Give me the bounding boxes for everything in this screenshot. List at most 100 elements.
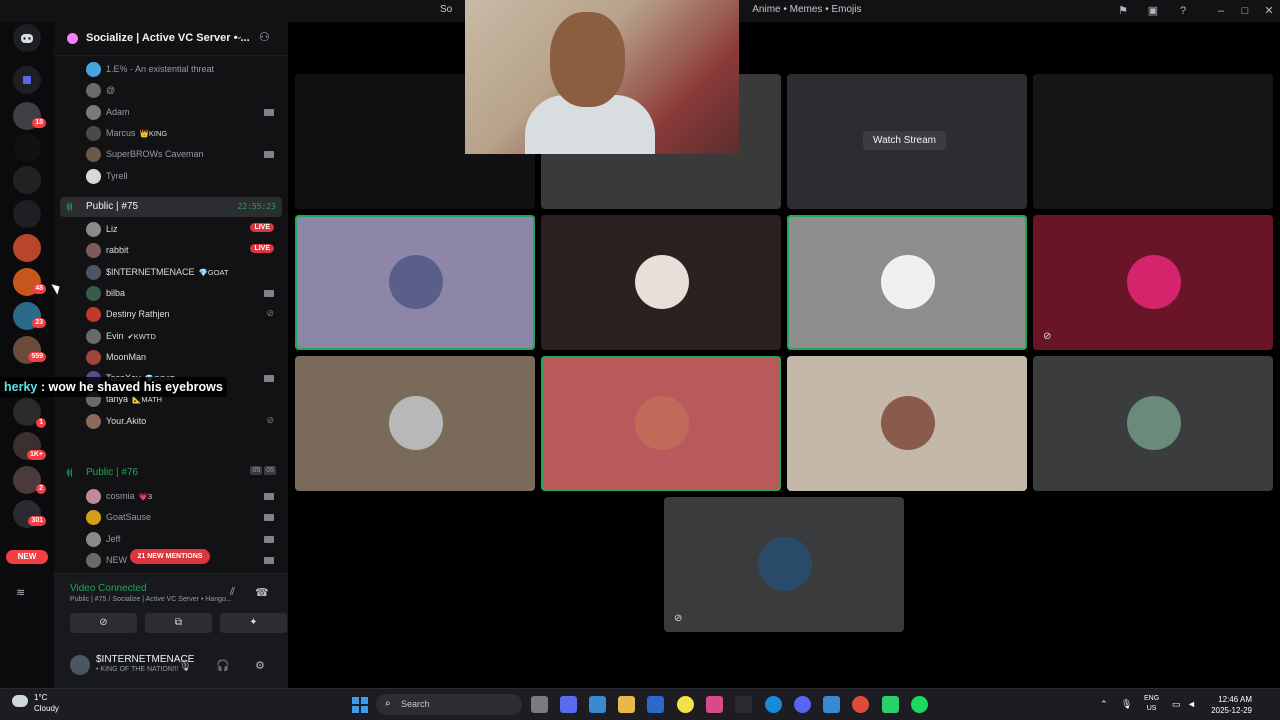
avatar [86,531,101,547]
participant-tile[interactable]: ⊘ [664,497,904,632]
server-icon[interactable] [13,234,41,262]
channel-name: Public | #75 [86,201,139,212]
inbox-icon[interactable]: ⚑ [1115,3,1131,19]
chrome-icon[interactable] [852,696,869,713]
voice-member-row[interactable]: Tyrell [54,166,288,187]
clock[interactable]: 12:46 AM 2025-12-29 [1206,694,1252,716]
chevron-up-icon[interactable]: ⌃ [1100,699,1108,710]
outlook-icon[interactable] [647,696,664,713]
spotify-icon[interactable] [911,696,928,713]
volume-icon[interactable]: ◄ [1187,699,1196,709]
windows-start-icon[interactable] [352,697,368,713]
noise-suppression-icon[interactable]: ⫽ [230,586,235,599]
wifi-icon[interactable]: ▭ [1172,699,1181,710]
voice-channel-public-75[interactable]: ı|ı| Public | #75 22:55:23 [60,197,282,217]
app-icon[interactable] [882,696,899,713]
participant-tile[interactable] [787,215,1027,350]
disconnect-icon[interactable]: ☎ [255,586,269,599]
language-indicator[interactable]: ENG US [1144,694,1159,714]
member-name: NEW [106,554,127,565]
voice-channel-icon: ı|ı| [66,201,73,211]
voice-member-row[interactable]: MoonMan [54,347,288,368]
microphone-icon[interactable]: 🎙 [178,659,192,672]
app-icon[interactable] [735,696,752,713]
microphone-tray-icon[interactable]: 🎙 [1121,699,1132,710]
server-icon[interactable] [13,134,41,162]
voice-member-row[interactable]: cosmia 💗3 [54,486,288,507]
participant-tile[interactable] [295,356,535,491]
voice-location[interactable]: Public | #75 / Socialize | Active VC Ser… [70,596,232,603]
voice-member-row[interactable]: GoatSause [54,507,288,528]
copilot-icon[interactable] [560,696,577,713]
participant-tile[interactable] [295,215,535,350]
activities-button[interactable]: ✦ [220,613,287,633]
discord-home-icon[interactable] [13,24,41,52]
edge-icon[interactable] [765,696,782,713]
voice-member-row[interactable]: rabbit LIVE [54,240,288,261]
avatar [86,285,101,301]
voice-member-row[interactable]: bilba [54,283,288,304]
maximize-button[interactable]: □ [1237,3,1253,19]
share-screen-button[interactable]: ⧉ [145,613,212,633]
voice-member-row[interactable]: 1.E% - An existential threat [54,59,288,80]
server-icon[interactable] [13,166,41,194]
member-role-tag: 💗3 [138,492,153,501]
file-explorer-icon[interactable] [618,696,635,713]
chevron-down-icon[interactable]: ⌄ [235,31,243,42]
invite-people-icon[interactable]: ⚇ [259,30,270,44]
participant-tile[interactable] [1033,356,1273,491]
avatar [86,552,101,568]
video-tile[interactable] [1033,74,1273,209]
member-name: Destiny Rathjen [106,309,170,320]
signal-icon[interactable]: ≋ [16,586,25,599]
headphones-icon[interactable]: 🎧 [216,659,230,672]
snapchat-icon[interactable] [677,696,694,713]
camera-icon [264,535,274,543]
watch-stream-button[interactable]: Watch Stream [863,131,946,150]
server-name: Socialize | Active VC Server • ... [86,32,250,44]
app-icon[interactable] [823,696,840,713]
voice-member-row[interactable]: Adam [54,102,288,123]
unread-badge: 23 [32,318,46,328]
settings-gear-icon[interactable]: ⚙ [255,659,265,672]
stream-tile[interactable]: Watch Stream [787,74,1027,209]
voice-member-row[interactable]: Your.Akito ⊘ [54,411,288,432]
voice-member-row[interactable]: SuperBROWs Caveman [54,144,288,165]
voice-member-row[interactable]: Marcus 👑KING [54,123,288,144]
voice-channel-public-76[interactable]: ı|ı| Public | #76 05 05 [60,463,282,483]
new-mentions-pill[interactable]: 21 NEW MENTIONS [130,549,210,564]
member-name: GoatSause [106,512,152,523]
participant-tile[interactable] [787,356,1027,491]
new-servers-pill[interactable]: NEW [6,550,48,564]
voice-member-row[interactable]: Jeff [54,529,288,550]
dm-icon[interactable] [13,66,41,94]
help-icon[interactable]: ? [1175,3,1191,19]
unread-badge: 559 [28,352,46,362]
voice-member-row[interactable]: @ [54,80,288,101]
avatar [635,255,689,309]
participant-tile[interactable] [541,356,781,491]
task-view-icon[interactable] [531,696,548,713]
participant-tile[interactable]: ⊘ [1033,215,1273,350]
voice-member-row[interactable]: Liz LIVE [54,219,288,240]
camera-toggle-button[interactable]: ⊘ [70,613,137,633]
member-name: @ [106,85,116,96]
widgets-icon[interactable] [589,696,606,713]
server-header[interactable]: Socialize | Active VC Server • ... ⌄ ⚇ [54,22,288,56]
close-button[interactable]: ✕ [1261,3,1277,19]
minimize-button[interactable]: – [1213,3,1229,19]
voice-member-row[interactable]: Evin ✔KWTD [54,326,288,347]
chat-username: herky [4,380,38,394]
user-panel: $INTERNETMENACE • KING OF THE NATION!!! … [54,647,288,688]
member-name: Liz [106,224,118,234]
participant-tile[interactable] [541,215,781,350]
voice-member-row[interactable]: Destiny Rathjen ⊘ [54,304,288,325]
discord-taskbar-icon[interactable] [794,696,811,713]
server-icon[interactable] [13,200,41,228]
screen-share-icon[interactable]: ▣ [1145,3,1161,19]
taskbar-search[interactable]: ⌕ Search [376,694,522,715]
avatar[interactable] [70,655,90,675]
unread-badge: 1K+ [26,450,46,460]
voice-member-row[interactable]: $INTERNETMENACE 💎GOAT [54,262,288,283]
app-icon[interactable] [706,696,723,713]
